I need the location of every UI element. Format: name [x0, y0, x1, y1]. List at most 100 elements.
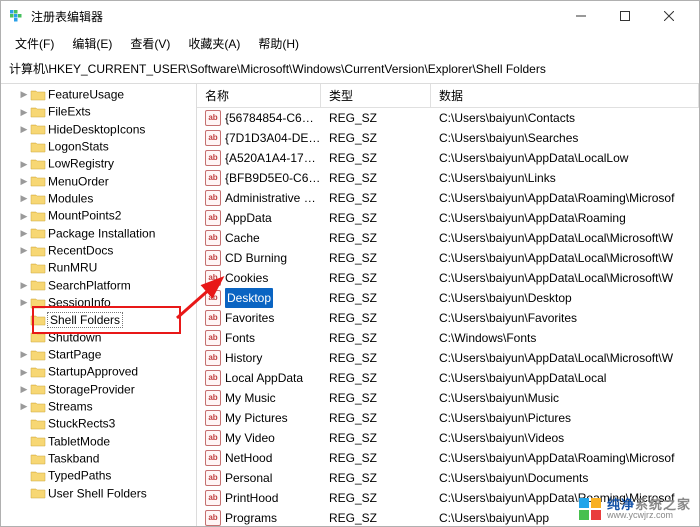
- list-header[interactable]: 名称 类型 数据: [197, 84, 699, 108]
- table-row[interactable]: abFontsREG_SZC:\Windows\Fonts: [197, 328, 699, 348]
- expand-icon[interactable]: ▶: [19, 225, 29, 242]
- tree-item-label: TypedPaths: [48, 469, 111, 483]
- table-row[interactable]: abFavoritesREG_SZC:\Users\baiyun\Favorit…: [197, 308, 699, 328]
- tree-item[interactable]: ▶Package Installation: [19, 225, 196, 242]
- value-name: My Video: [225, 428, 275, 448]
- expand-icon[interactable]: ▶: [19, 190, 29, 207]
- menu-favorites[interactable]: 收藏夹(A): [180, 33, 248, 54]
- address-bar[interactable]: 计算机\HKEY_CURRENT_USER\Software\Microsoft…: [1, 56, 699, 84]
- table-row[interactable]: abLocal AppDataREG_SZC:\Users\baiyun\App…: [197, 368, 699, 388]
- tree-item[interactable]: LogonStats: [19, 138, 196, 155]
- string-value-icon: ab: [205, 170, 221, 186]
- table-row[interactable]: ab{56784854-C6…REG_SZC:\Users\baiyun\Con…: [197, 108, 699, 128]
- cell-type: REG_SZ: [321, 268, 431, 288]
- value-name: Administrative …: [225, 188, 316, 208]
- tree-item[interactable]: ▶Streams: [19, 398, 196, 415]
- string-value-icon: ab: [205, 470, 221, 486]
- folder-icon: [30, 452, 46, 466]
- tree-item[interactable]: Shell Folders: [19, 311, 196, 328]
- table-row[interactable]: abProgramsREG_SZC:\Users\baiyun\App: [197, 508, 699, 526]
- tree-item-label: Modules: [48, 191, 93, 205]
- table-row[interactable]: ab{A520A1A4-17…REG_SZC:\Users\baiyun\App…: [197, 148, 699, 168]
- expand-icon[interactable]: ▶: [19, 208, 29, 225]
- table-row[interactable]: ab{BFB9D5E0-C6…REG_SZC:\Users\baiyun\Lin…: [197, 168, 699, 188]
- tree-item[interactable]: TabletMode: [19, 433, 196, 450]
- expand-icon[interactable]: ▶: [19, 294, 29, 311]
- expand-icon[interactable]: ▶: [19, 242, 29, 259]
- tree-item[interactable]: RunMRU: [19, 259, 196, 276]
- table-row[interactable]: abCookiesREG_SZC:\Users\baiyun\AppData\L…: [197, 268, 699, 288]
- tree-item[interactable]: ▶RecentDocs: [19, 242, 196, 259]
- column-type[interactable]: 类型: [321, 84, 431, 107]
- table-row[interactable]: abMy VideoREG_SZC:\Users\baiyun\Videos: [197, 428, 699, 448]
- tree-item[interactable]: Taskband: [19, 450, 196, 467]
- expand-icon[interactable]: ▶: [19, 121, 29, 138]
- cell-type: REG_SZ: [321, 368, 431, 388]
- tree-item[interactable]: User Shell Folders: [19, 485, 196, 502]
- app-icon: [9, 8, 25, 24]
- tree-item[interactable]: ▶FeatureUsage: [19, 86, 196, 103]
- table-row[interactable]: abMy PicturesREG_SZC:\Users\baiyun\Pictu…: [197, 408, 699, 428]
- tree-item[interactable]: ▶HideDesktopIcons: [19, 121, 196, 138]
- tree-item[interactable]: ▶MenuOrder: [19, 173, 196, 190]
- cell-type: REG_SZ: [321, 208, 431, 228]
- value-name: Favorites: [225, 308, 274, 328]
- cell-data: C:\Users\baiyun\AppData\Roaming\Microsof: [431, 188, 699, 208]
- cell-name: abFonts: [197, 328, 321, 348]
- table-row[interactable]: abNetHoodREG_SZC:\Users\baiyun\AppData\R…: [197, 448, 699, 468]
- table-row[interactable]: abCD BurningREG_SZC:\Users\baiyun\AppDat…: [197, 248, 699, 268]
- table-row[interactable]: abCacheREG_SZC:\Users\baiyun\AppData\Loc…: [197, 228, 699, 248]
- tree-item[interactable]: ▶StartPage: [19, 346, 196, 363]
- value-name: History: [225, 348, 262, 368]
- cell-name: abAppData: [197, 208, 321, 228]
- tree-item[interactable]: ▶SearchPlatform: [19, 277, 196, 294]
- table-row[interactable]: abPersonalREG_SZC:\Users\baiyun\Document…: [197, 468, 699, 488]
- tree-item-label: Taskband: [48, 451, 99, 465]
- expand-icon[interactable]: ▶: [19, 104, 29, 121]
- expand-icon[interactable]: ▶: [19, 86, 29, 103]
- tree-item-label: FileExts: [48, 105, 91, 119]
- tree-item[interactable]: ▶SessionInfo: [19, 294, 196, 311]
- expand-icon[interactable]: ▶: [19, 173, 29, 190]
- tree-item[interactable]: ▶LowRegistry: [19, 155, 196, 172]
- table-row[interactable]: abHistoryREG_SZC:\Users\baiyun\AppData\L…: [197, 348, 699, 368]
- menu-edit[interactable]: 编辑(E): [64, 33, 120, 54]
- table-row[interactable]: abPrintHoodREG_SZC:\Users\baiyun\AppData…: [197, 488, 699, 508]
- expand-icon[interactable]: ▶: [19, 364, 29, 381]
- column-data[interactable]: 数据: [431, 84, 699, 107]
- menu-help[interactable]: 帮助(H): [250, 33, 307, 54]
- content-area: ▶FeatureUsage▶FileExts▶HideDesktopIconsL…: [1, 84, 699, 526]
- expand-icon[interactable]: ▶: [19, 346, 29, 363]
- column-name[interactable]: 名称: [197, 84, 321, 107]
- tree-item[interactable]: Shutdown: [19, 329, 196, 346]
- expand-icon[interactable]: ▶: [19, 156, 29, 173]
- close-button[interactable]: [647, 1, 691, 31]
- tree-item[interactable]: ▶MountPoints2: [19, 207, 196, 224]
- titlebar[interactable]: 注册表编辑器: [1, 1, 699, 31]
- cell-name: abNetHood: [197, 448, 321, 468]
- tree-item[interactable]: ▶ Modules: [19, 190, 196, 207]
- tree-item[interactable]: ▶StorageProvider: [19, 381, 196, 398]
- cell-type: REG_SZ: [321, 468, 431, 488]
- tree-pane[interactable]: ▶FeatureUsage▶FileExts▶HideDesktopIconsL…: [1, 84, 197, 526]
- table-row[interactable]: abAppDataREG_SZC:\Users\baiyun\AppData\R…: [197, 208, 699, 228]
- menu-file[interactable]: 文件(F): [7, 33, 62, 54]
- expand-icon[interactable]: ▶: [19, 381, 29, 398]
- list-pane[interactable]: 名称 类型 数据 ab{56784854-C6…REG_SZC:\Users\b…: [197, 84, 699, 526]
- tree-item[interactable]: ▶ FileExts: [19, 103, 196, 120]
- cell-name: ab{A520A1A4-17…: [197, 148, 321, 168]
- expand-icon[interactable]: ▶: [19, 398, 29, 415]
- tree-item[interactable]: StuckRects3: [19, 415, 196, 432]
- minimize-button[interactable]: [559, 1, 603, 31]
- table-row[interactable]: abAdministrative …REG_SZC:\Users\baiyun\…: [197, 188, 699, 208]
- maximize-button[interactable]: [603, 1, 647, 31]
- table-row[interactable]: abDesktopREG_SZC:\Users\baiyun\Desktop: [197, 288, 699, 308]
- folder-icon: [30, 244, 46, 258]
- tree-item[interactable]: ▶StartupApproved: [19, 363, 196, 380]
- folder-icon: [30, 434, 46, 448]
- table-row[interactable]: ab{7D1D3A04-DE…REG_SZC:\Users\baiyun\Sea…: [197, 128, 699, 148]
- menu-view[interactable]: 查看(V): [122, 33, 178, 54]
- table-row[interactable]: abMy MusicREG_SZC:\Users\baiyun\Music: [197, 388, 699, 408]
- tree-item[interactable]: TypedPaths: [19, 467, 196, 484]
- expand-icon[interactable]: ▶: [19, 277, 29, 294]
